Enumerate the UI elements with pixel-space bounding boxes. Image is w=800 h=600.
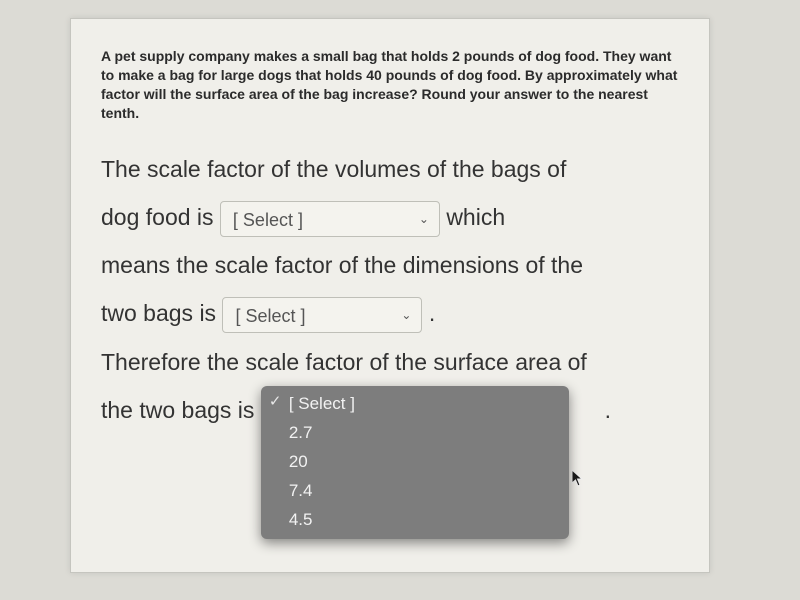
text-fragment: which: [446, 204, 505, 230]
select-surface-factor-dropdown[interactable]: [ Select ] 2.7 20 7.4 4.5: [261, 386, 569, 539]
select-value: [ Select ]: [233, 210, 303, 230]
select-value: [ Select ]: [235, 306, 305, 326]
chevron-down-icon: ⌄: [401, 297, 411, 333]
text-fragment: two bags is: [101, 300, 216, 326]
fill-in-sentence: The scale factor of the volumes of the b…: [101, 145, 679, 439]
chevron-down-icon: ⌄: [419, 201, 429, 237]
dropdown-option-placeholder[interactable]: [ Select ]: [261, 390, 569, 419]
dropdown-option[interactable]: 2.7: [261, 419, 569, 448]
select-volume-factor[interactable]: [ Select ] ⌄: [220, 201, 440, 237]
text-fragment: .: [429, 300, 435, 326]
question-card: A pet supply company makes a small bag t…: [70, 18, 710, 573]
text-fragment: means the scale factor of the dimensions…: [101, 252, 583, 278]
dropdown-option[interactable]: 20: [261, 448, 569, 477]
question-prompt: A pet supply company makes a small bag t…: [101, 47, 679, 123]
text-fragment: dog food is: [101, 204, 214, 230]
text-fragment: .: [605, 386, 611, 434]
mouse-cursor-icon: [571, 469, 585, 487]
select-dimension-factor[interactable]: [ Select ] ⌄: [222, 297, 422, 333]
text-fragment: the two bags is: [101, 397, 254, 423]
text-fragment: The scale factor of the volumes of the b…: [101, 156, 566, 182]
dropdown-option[interactable]: 4.5: [261, 506, 569, 535]
dropdown-option[interactable]: 7.4: [261, 477, 569, 506]
text-fragment: Therefore the scale factor of the surfac…: [101, 349, 587, 375]
